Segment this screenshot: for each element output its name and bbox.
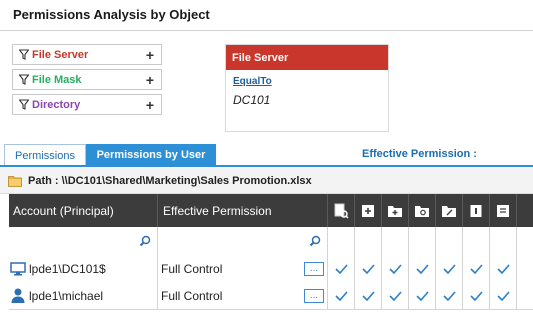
page-title: Permissions Analysis by Object	[13, 7, 210, 22]
grid-header-row: Account (Principal) Effective Permission	[9, 194, 533, 227]
create-file-icon	[360, 203, 376, 219]
filter-operator-link[interactable]: EqualTo	[233, 76, 381, 87]
add-filter-button[interactable]: +	[143, 98, 157, 112]
effective-cell: Full Control ...	[158, 255, 328, 282]
check-icon	[496, 263, 510, 274]
funnel-icon	[16, 74, 32, 85]
create-folder-icon	[387, 203, 403, 219]
check-icon	[361, 290, 375, 301]
path-text: Path : \\DC101\Shared\Marketing\Sales Pr…	[28, 174, 312, 187]
user-icon	[10, 288, 26, 303]
check-icon	[388, 263, 402, 274]
effective-value: Full Control	[161, 261, 223, 276]
table-row[interactable]: lpde1\DC101$ Full Control ...	[9, 255, 533, 283]
check-icon	[415, 290, 429, 301]
check-icon	[334, 290, 348, 301]
folder-icon	[8, 174, 22, 187]
filter-card-title: File Server	[226, 45, 388, 70]
column-header-create-file[interactable]	[355, 194, 382, 227]
effective-cell: Full Control ...	[158, 282, 328, 309]
more-button[interactable]: ...	[304, 261, 324, 276]
filter-value: DC101	[233, 93, 271, 107]
add-filter-button[interactable]: +	[143, 73, 157, 87]
column-header-write-attributes[interactable]	[436, 194, 463, 227]
check-icon	[469, 263, 483, 274]
check-icon	[442, 290, 456, 301]
funnel-icon	[16, 49, 32, 60]
filter-cell	[463, 227, 490, 255]
check-icon	[442, 263, 456, 274]
search-icon[interactable]	[309, 235, 321, 247]
column-header-create-folder[interactable]	[382, 194, 409, 227]
check-icon	[334, 263, 348, 274]
account-name: lpde1\DC101$	[29, 261, 106, 276]
filter-directory[interactable]: Directory +	[12, 94, 162, 115]
filter-file-mask[interactable]: File Mask +	[12, 69, 162, 90]
tab-permissions-by-user[interactable]: Permissions by User	[86, 144, 216, 166]
filter-cell	[355, 227, 382, 255]
filter-label: File Mask	[32, 73, 82, 86]
full-control-icon	[333, 203, 349, 219]
computer-icon	[10, 261, 26, 276]
effective-value: Full Control	[161, 288, 223, 303]
check-icon	[361, 263, 375, 274]
effective-filter-cell[interactable]	[158, 227, 328, 255]
search-icon[interactable]	[139, 235, 151, 247]
filter-cell	[436, 227, 463, 255]
column-header-full-control[interactable]	[328, 194, 355, 227]
filter-cell	[409, 227, 436, 255]
check-icon	[469, 290, 483, 301]
filter-cell	[490, 227, 517, 255]
filter-label: File Server	[32, 48, 89, 61]
effective-permission-label[interactable]: Effective Permission :	[362, 148, 477, 160]
check-icon	[496, 290, 510, 301]
funnel-icon	[16, 99, 32, 110]
write-attributes-icon	[441, 203, 457, 219]
add-filter-button[interactable]: +	[143, 48, 157, 62]
read-permissions-icon	[495, 203, 511, 219]
check-icon	[388, 290, 402, 301]
column-header-read-attributes[interactable]	[409, 194, 436, 227]
more-button[interactable]: ...	[304, 288, 324, 303]
filter-label: Directory	[32, 98, 81, 111]
filter-file-server[interactable]: File Server +	[12, 44, 162, 65]
title-divider	[0, 30, 533, 31]
account-name: lpde1\michael	[29, 288, 104, 303]
delete-icon	[468, 203, 484, 219]
account-cell: lpde1\michael	[9, 282, 158, 309]
check-icon	[415, 263, 429, 274]
column-header-effective-permission[interactable]: Effective Permission	[158, 194, 328, 227]
column-header-read-permissions[interactable]	[490, 194, 517, 227]
table-row[interactable]: lpde1\michael Full Control ...	[9, 282, 533, 310]
column-header-account[interactable]: Account (Principal)	[9, 194, 158, 227]
account-filter-cell[interactable]	[9, 227, 158, 255]
read-attributes-icon	[414, 203, 430, 219]
tab-permissions[interactable]: Permissions	[4, 144, 86, 166]
filter-card: File Server EqualTo DC101	[225, 44, 389, 132]
filter-cell	[328, 227, 355, 255]
column-header-delete[interactable]	[463, 194, 490, 227]
tab-underline	[0, 165, 533, 167]
account-cell: lpde1\DC101$	[9, 255, 158, 282]
path-bar: Path : \\DC101\Shared\Marketing\Sales Pr…	[0, 168, 533, 194]
grid-filter-row	[9, 227, 533, 256]
filter-cell	[382, 227, 409, 255]
